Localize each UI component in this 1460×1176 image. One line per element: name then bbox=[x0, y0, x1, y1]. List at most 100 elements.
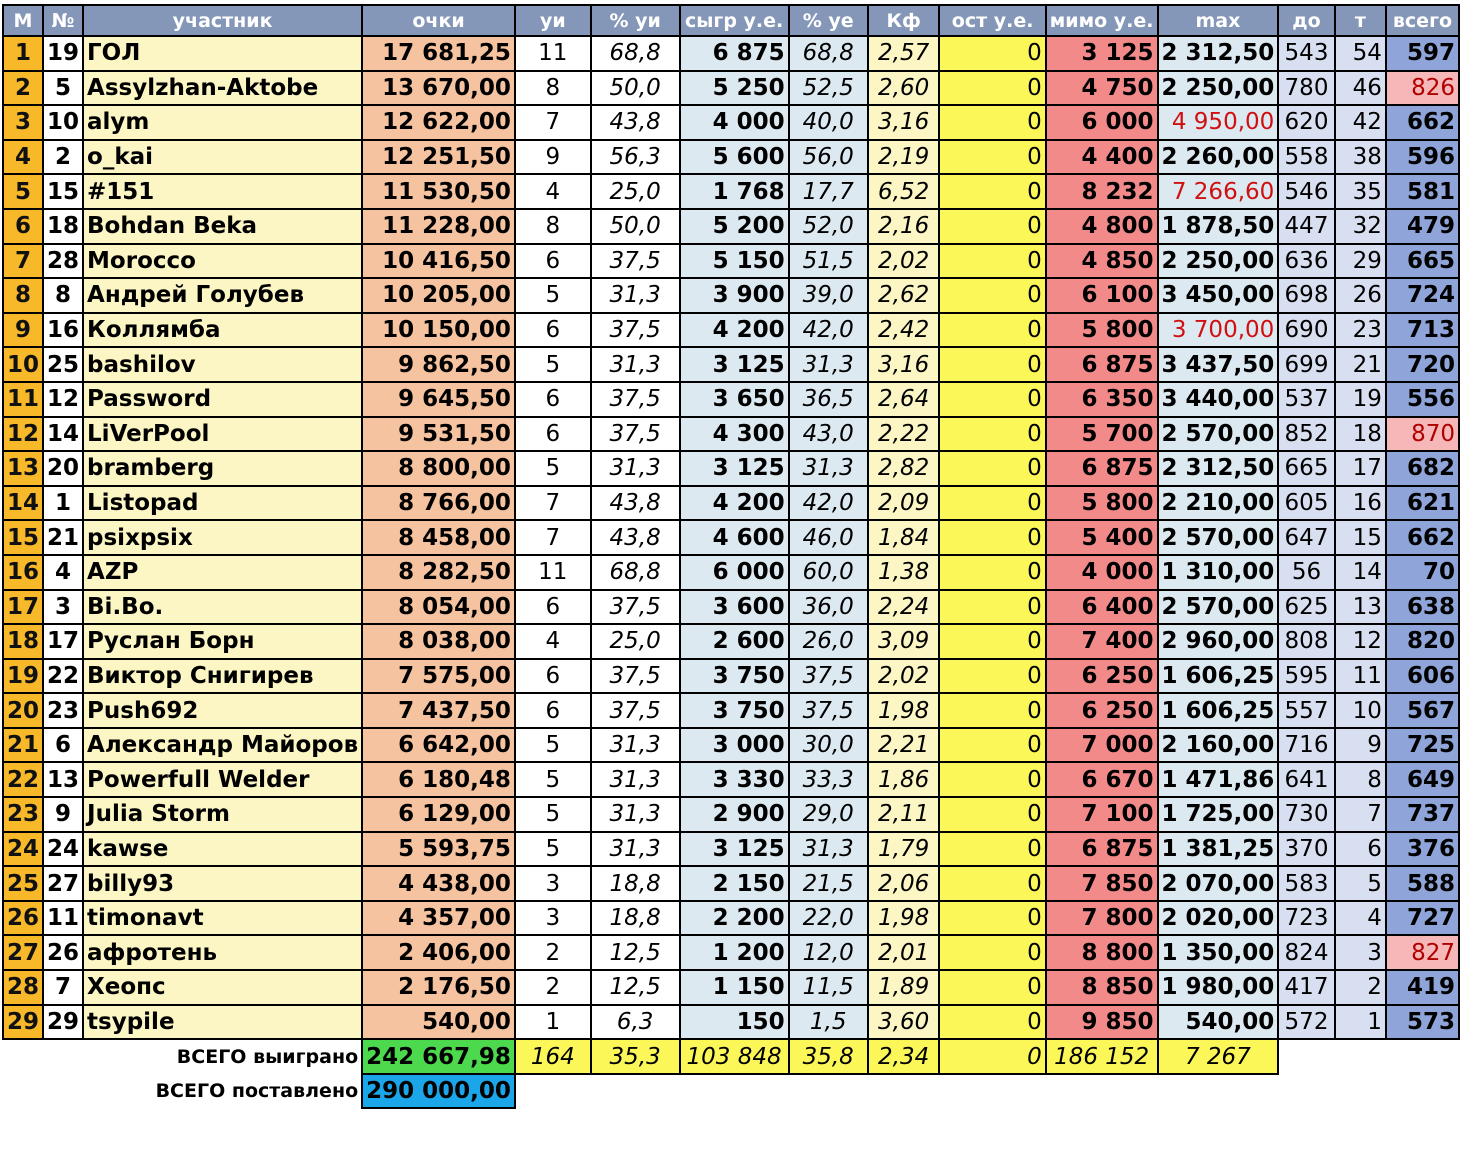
max-cell: 1 606,25 bbox=[1156, 657, 1280, 695]
missed-cell: 3 125 bbox=[1044, 35, 1159, 72]
do-cell: 698 bbox=[1277, 277, 1336, 314]
played-cell: 5 600 bbox=[678, 138, 790, 176]
ui-cell: 11 bbox=[513, 553, 592, 591]
do-cell: 537 bbox=[1277, 380, 1336, 418]
participant-name: Push692 bbox=[82, 692, 364, 729]
do-cell: 543 bbox=[1277, 35, 1336, 72]
number-cell: 16 bbox=[42, 311, 85, 349]
missed-cell: 4 400 bbox=[1044, 138, 1159, 176]
do-cell: 641 bbox=[1277, 761, 1336, 799]
total-cell: 621 bbox=[1384, 484, 1460, 522]
ui-cell: 6 bbox=[513, 380, 592, 418]
remaining-cell: 0 bbox=[938, 553, 1047, 591]
played-cell: 3 750 bbox=[678, 692, 790, 729]
total-cell: 682 bbox=[1384, 450, 1460, 487]
t-cell: 18 bbox=[1333, 415, 1387, 453]
total-cell: 724 bbox=[1384, 277, 1460, 314]
participant-name: Андрей Голубев bbox=[82, 277, 364, 314]
played-percent-cell: 36,0 bbox=[787, 588, 869, 626]
remaining-cell: 0 bbox=[938, 899, 1047, 937]
table-row: 10 25 bashilov 9 862,50 5 31,3 3 125 31,3 3,16 0 6… bbox=[1, 346, 1460, 383]
header-cell: ост у.е. bbox=[938, 4, 1047, 37]
kf-cell: 2,21 bbox=[866, 726, 941, 764]
played-cell: 3 330 bbox=[678, 761, 790, 799]
t-cell: 15 bbox=[1333, 519, 1387, 556]
ui-percent-cell: 25,0 bbox=[589, 623, 681, 660]
max-cell: 4 950,00 bbox=[1156, 104, 1280, 141]
total-cell: 588 bbox=[1384, 865, 1460, 902]
missed-cell: 6 875 bbox=[1044, 346, 1159, 383]
do-cell: 56 bbox=[1277, 553, 1336, 591]
missed-cell: 6 000 bbox=[1044, 104, 1159, 141]
ui-cell: 6 bbox=[513, 311, 592, 349]
missed-cell: 5 800 bbox=[1044, 484, 1159, 522]
total-cell: 713 bbox=[1384, 311, 1460, 349]
participant-name: афротень bbox=[82, 934, 364, 972]
total-cell: 573 bbox=[1384, 1003, 1460, 1041]
header-cell: т bbox=[1333, 4, 1387, 37]
ui-percent-cell: 37,5 bbox=[589, 242, 681, 280]
t-cell: 11 bbox=[1333, 657, 1387, 695]
ui-percent-cell: 50,0 bbox=[589, 69, 681, 107]
do-cell: 370 bbox=[1277, 830, 1336, 868]
played-percent-cell: 1,5 bbox=[787, 1003, 869, 1041]
missed-cell: 7 850 bbox=[1044, 865, 1159, 902]
max-cell: 1 725,00 bbox=[1156, 796, 1280, 833]
participant-name: Powerfull Welder bbox=[82, 761, 364, 799]
number-cell: 22 bbox=[42, 657, 85, 695]
points-cell: 7 575,00 bbox=[361, 657, 516, 695]
header-cell: max bbox=[1156, 4, 1280, 37]
kf-cell: 2,02 bbox=[866, 242, 941, 280]
header-cell: Кф bbox=[866, 4, 941, 37]
remaining-cell: 0 bbox=[938, 1003, 1047, 1041]
points-cell: 2 406,00 bbox=[361, 934, 516, 972]
number-cell: 12 bbox=[42, 380, 85, 418]
t-cell: 12 bbox=[1333, 623, 1387, 660]
participant-name: Morocco bbox=[82, 242, 364, 280]
rank-cell: 17 bbox=[1, 588, 45, 626]
points-cell: 8 054,00 bbox=[361, 588, 516, 626]
kf-cell: 1,38 bbox=[866, 553, 941, 591]
remaining-cell: 0 bbox=[938, 69, 1047, 107]
played-percent-cell: 43,0 bbox=[787, 415, 869, 453]
ui-cell: 7 bbox=[513, 519, 592, 556]
t-cell: 19 bbox=[1333, 380, 1387, 418]
rank-cell: 6 bbox=[1, 207, 45, 245]
remaining-cell: 0 bbox=[938, 173, 1047, 210]
kf-cell: 3,16 bbox=[866, 104, 941, 141]
do-cell: 780 bbox=[1277, 69, 1336, 107]
remaining-cell: 0 bbox=[938, 484, 1047, 522]
ui-percent-cell: 37,5 bbox=[589, 657, 681, 695]
do-cell: 824 bbox=[1277, 934, 1336, 972]
points-cell: 6 129,00 bbox=[361, 796, 516, 833]
rank-cell: 7 bbox=[1, 242, 45, 280]
participant-name: Password bbox=[82, 380, 364, 418]
points-cell: 11 228,00 bbox=[361, 207, 516, 245]
ui-cell: 4 bbox=[513, 623, 592, 660]
rank-cell: 1 bbox=[1, 35, 45, 72]
do-cell: 808 bbox=[1277, 623, 1336, 660]
rank-cell: 19 bbox=[1, 657, 45, 695]
table-row: 18 17 Руслан Борн 8 038,00 4 25,0 2 600 26,0 3,0… bbox=[1, 623, 1460, 660]
number-cell: 21 bbox=[42, 519, 85, 556]
ui-cell: 6 bbox=[513, 415, 592, 453]
total-won-label: ВСЕГО выиграно bbox=[3, 1039, 363, 1074]
do-cell: 558 bbox=[1277, 138, 1336, 176]
ui-percent-cell: 50,0 bbox=[589, 207, 681, 245]
missed-cell: 7 100 bbox=[1044, 796, 1159, 833]
total-cell: 597 bbox=[1384, 35, 1460, 72]
played-percent-cell: 46,0 bbox=[787, 519, 869, 556]
remaining-cell: 0 bbox=[938, 726, 1047, 764]
number-cell: 18 bbox=[42, 207, 85, 245]
do-cell: 557 bbox=[1277, 692, 1336, 729]
played-cell: 5 200 bbox=[678, 207, 790, 245]
played-percent-cell: 39,0 bbox=[787, 277, 869, 314]
rank-cell: 15 bbox=[1, 519, 45, 556]
participant-name: bashilov bbox=[82, 346, 364, 383]
points-cell: 12 251,50 bbox=[361, 138, 516, 176]
number-cell: 23 bbox=[42, 692, 85, 729]
table-row: 26 11 timonavt 4 357,00 3 18,8 2 200 22,0 1,98 0 7… bbox=[1, 899, 1460, 937]
missed-cell: 4 750 bbox=[1044, 69, 1159, 107]
total-cell: 581 bbox=[1384, 173, 1460, 210]
ui-cell: 5 bbox=[513, 726, 592, 764]
